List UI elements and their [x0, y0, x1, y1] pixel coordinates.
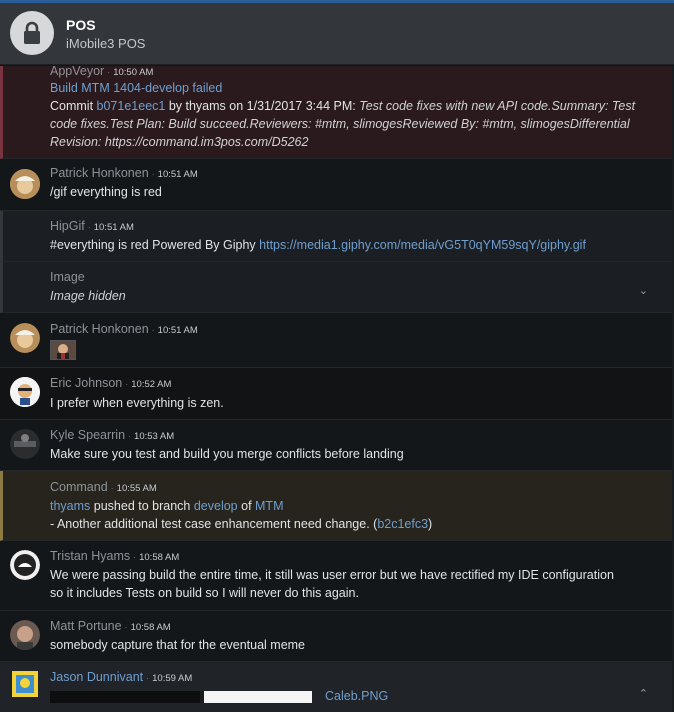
message-command: Command · 10:55 AM thyams pushed to branch…: [0, 471, 672, 541]
message-meta: Kyle Spearrin · 10:53 AM: [50, 428, 175, 442]
message-body: #everything is red Powered By Giphy http…: [50, 236, 660, 254]
commit-hash-link[interactable]: b071e1eec1: [97, 99, 166, 113]
lock-icon: [24, 21, 40, 44]
message-meta: Eric Johnson · 10:52 AM: [50, 376, 172, 390]
user-link[interactable]: thyams: [50, 499, 90, 513]
message-meta: HipGif · 10:51 AM: [50, 219, 134, 233]
timestamp: 10:58 AM: [139, 552, 180, 563]
message-text: Make sure you test and build you merge c…: [50, 447, 404, 461]
author-name[interactable]: HipGif: [50, 219, 85, 233]
close-paren: ): [428, 517, 433, 531]
timestamp: 10:51 AM: [157, 325, 198, 336]
branch-link[interactable]: develop: [194, 499, 238, 513]
message-patrick-2: Patrick Honkonen · 10:51 AM: [0, 313, 672, 368]
commit-message-2: code fixes.Test Plan: Build succeed.Revi…: [50, 117, 630, 131]
avatar[interactable]: [10, 323, 40, 353]
message-feed[interactable]: AppVeyor · 10:50 AM Build MTM 1404-develop…: [0, 66, 674, 712]
room-name: POS: [66, 17, 96, 33]
message-meta: Patrick Honkonen · 10:51 AM: [50, 166, 198, 180]
avatar[interactable]: [10, 429, 40, 459]
message-hipgif: HipGif · 10:51 AM #everything is red Power…: [0, 211, 672, 262]
commit-message: Test code fixes with new API code.Summar…: [359, 99, 636, 113]
message-eric: Eric Johnson · 10:52 AM I prefer when ever…: [0, 368, 672, 420]
message-body: Build MTM 1404-develop failed Commit b07…: [50, 79, 660, 151]
message-text: I prefer when everything is zen.: [50, 396, 224, 410]
message-matt: Matt Portune · 10:58 AM somebody capture t…: [0, 611, 672, 662]
avatar[interactable]: [12, 671, 38, 697]
image-attachment[interactable]: Image Image hidden ⌄: [0, 262, 672, 313]
file-link[interactable]: Caleb.PNG: [325, 689, 388, 703]
message-line-2: so it includes Tests on build so I will …: [50, 586, 359, 600]
author-name[interactable]: Command: [50, 480, 108, 494]
timestamp: 10:50 AM: [113, 67, 154, 78]
build-link[interactable]: Build MTM 1404-develop failed: [50, 79, 660, 97]
message-meta: Tristan Hyams · 10:58 AM: [50, 549, 180, 563]
message-tristan: Tristan Hyams · 10:58 AM We were passing b…: [0, 541, 672, 611]
commit-hash-link[interactable]: b2c1efc3: [377, 517, 428, 531]
message-meta: Patrick Honkonen · 10:51 AM: [50, 322, 198, 336]
timestamp: 10:52 AM: [131, 379, 172, 390]
timestamp: 10:53 AM: [134, 431, 175, 442]
author-name[interactable]: Patrick Honkonen: [50, 166, 149, 180]
author-name[interactable]: Matt Portune: [50, 619, 122, 633]
message-appveyor: AppVeyor · 10:50 AM Build MTM 1404-develop…: [0, 66, 672, 159]
message-meta: Matt Portune · 10:58 AM: [50, 619, 171, 633]
message-body: thyams pushed to branch develop of MTM -…: [50, 497, 660, 533]
pushed-text: pushed to branch: [90, 499, 194, 513]
room-header: POS iMobile3 POS: [0, 3, 674, 65]
avatar[interactable]: [10, 550, 40, 580]
message-text: /gif everything is red: [50, 185, 162, 199]
avatar[interactable]: [10, 620, 40, 650]
message-body: We were passing build the entire time, i…: [50, 566, 660, 602]
author-name[interactable]: Patrick Honkonen: [50, 322, 149, 336]
chevron-down-icon[interactable]: ⌄: [639, 284, 648, 297]
image-preview[interactable]: [50, 691, 312, 703]
commit-by: by thyams on 1/31/2017 3:44 PM:: [165, 99, 360, 113]
room-avatar[interactable]: [10, 11, 54, 55]
commit-message-3: Revision: https://command.im3pos.com/D52…: [50, 135, 309, 149]
message-text: somebody capture that for the eventual m…: [50, 638, 306, 652]
message-line-1: We were passing build the entire time, i…: [50, 568, 614, 582]
of-text: of: [237, 499, 256, 513]
timestamp: 10:58 AM: [130, 622, 171, 633]
timestamp: 10:51 AM: [93, 222, 134, 233]
commit-description: - Another additional test case enhanceme…: [50, 517, 378, 531]
author-name[interactable]: Kyle Spearrin: [50, 428, 125, 442]
message-jason: Jason Dunnivant · 10:59 AM Caleb.PNG ⌃: [0, 662, 672, 712]
author-name[interactable]: Tristan Hyams: [50, 549, 130, 563]
room-topic: iMobile3 POS: [66, 36, 146, 51]
giphy-link[interactable]: https://media1.giphy.com/media/vG5T0qYM5…: [259, 238, 586, 252]
message-meta: Jason Dunnivant · 10:59 AM: [50, 670, 193, 684]
timestamp: 10:51 AM: [157, 169, 198, 180]
message-meta: AppVeyor · 10:50 AM: [50, 66, 154, 78]
message-kyle: Kyle Spearrin · 10:53 AM Make sure you tes…: [0, 420, 672, 471]
message-patrick-1: Patrick Honkonen · 10:51 AM /gif everythin…: [0, 159, 672, 211]
message-text: #everything is red Powered By Giphy: [50, 238, 260, 252]
commit-prefix: Commit: [50, 99, 97, 113]
avatar[interactable]: [10, 169, 40, 199]
image-hidden-text: Image hidden: [50, 289, 126, 303]
author-name[interactable]: Jason Dunnivant: [50, 670, 143, 684]
avatar[interactable]: [10, 377, 40, 407]
chevron-up-icon[interactable]: ⌃: [639, 687, 648, 700]
message-meta: Command · 10:55 AM: [50, 480, 157, 494]
author-name[interactable]: AppVeyor: [50, 66, 104, 78]
timestamp: 10:59 AM: [152, 673, 193, 684]
author-name[interactable]: Eric Johnson: [50, 376, 122, 390]
timestamp: 10:55 AM: [116, 483, 157, 494]
attachment-label: Image: [50, 270, 85, 284]
repo-link[interactable]: MTM: [255, 499, 283, 513]
gif-thumbnail[interactable]: [50, 340, 76, 360]
